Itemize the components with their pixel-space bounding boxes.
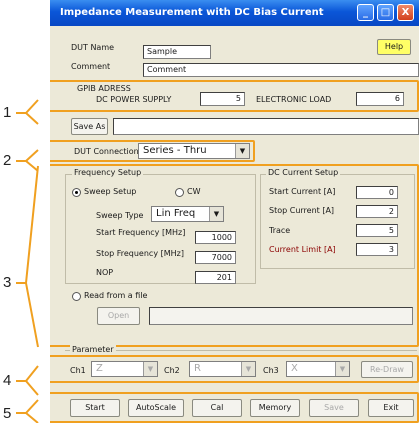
memory-button[interactable]: Memory xyxy=(250,399,300,417)
frequency-setup-title: Frequency Setup xyxy=(72,168,144,177)
current-limit-label: Current Limit [A] xyxy=(269,245,336,254)
start-current-input[interactable]: 0 xyxy=(356,186,398,199)
dut-connection-highlight xyxy=(50,140,255,162)
read-from-file-radio[interactable] xyxy=(72,292,81,301)
callout-1: 1 xyxy=(3,104,12,121)
comment-input[interactable]: Comment xyxy=(143,63,419,77)
ch3-select[interactable]: X ▼ xyxy=(286,361,350,377)
callout-2: 2 xyxy=(3,152,12,169)
stop-current-label: Stop Current [A] xyxy=(269,206,335,215)
callout-5: 5 xyxy=(3,405,12,422)
autoscale-button[interactable]: AutoScale xyxy=(128,399,184,417)
save-as-button[interactable]: Save As xyxy=(71,118,108,135)
start-frequency-input[interactable]: 1000 xyxy=(195,231,236,244)
ch3-label: Ch3 xyxy=(263,366,279,375)
close-button[interactable]: X xyxy=(397,4,414,21)
start-frequency-label: Start Frequency [MHz] xyxy=(96,228,186,237)
sweep-type-value: Lin Freq xyxy=(156,208,196,219)
open-file-button[interactable]: Open xyxy=(97,307,140,325)
chevron-down-icon: ▼ xyxy=(209,207,223,221)
ch2-select[interactable]: R ▼ xyxy=(189,361,256,377)
nop-input[interactable]: 201 xyxy=(195,271,236,284)
ch1-label: Ch1 xyxy=(70,366,86,375)
file-path-field[interactable] xyxy=(149,307,413,325)
callout-3: 3 xyxy=(3,274,12,291)
current-limit-input[interactable]: 3 xyxy=(356,243,398,256)
sweep-type-label: Sweep Type xyxy=(96,211,144,220)
window-title: Impedance Measurement with DC Bias Curre… xyxy=(60,7,324,18)
trace-label: Trace xyxy=(269,226,291,235)
comment-label: Comment xyxy=(71,62,111,71)
help-button[interactable]: Help xyxy=(377,39,411,55)
ch1-value: Z xyxy=(96,363,103,374)
sweep-setup-label: Sweep Setup xyxy=(84,187,137,196)
stop-frequency-input[interactable]: 7000 xyxy=(195,251,236,264)
sweep-setup-radio[interactable] xyxy=(72,188,81,197)
save-button[interactable]: Save xyxy=(309,399,359,417)
ch2-value: R xyxy=(194,363,201,374)
dut-name-input[interactable]: Sample xyxy=(143,45,211,59)
save-path-field[interactable] xyxy=(113,118,419,135)
title-bar[interactable]: Impedance Measurement with DC Bias Curre… xyxy=(50,0,419,26)
read-from-file-label: Read from a file xyxy=(84,291,148,300)
cw-radio[interactable] xyxy=(175,188,184,197)
parameter-divider xyxy=(65,350,417,351)
stop-frequency-label: Stop Frequency [MHz] xyxy=(96,249,184,258)
minimize-button[interactable]: _ xyxy=(357,4,374,21)
sweep-type-select[interactable]: Lin Freq ▼ xyxy=(151,206,224,222)
trace-input[interactable]: 5 xyxy=(356,224,398,237)
ch1-select[interactable]: Z ▼ xyxy=(91,361,158,377)
ch3-value: X xyxy=(291,363,298,374)
gpib-highlight xyxy=(50,80,419,112)
cw-label: CW xyxy=(187,187,201,196)
dc-current-title: DC Current Setup xyxy=(266,168,341,177)
redraw-button[interactable]: Re-Draw xyxy=(361,361,413,378)
chevron-down-icon: ▼ xyxy=(143,362,157,376)
ch2-label: Ch2 xyxy=(164,366,180,375)
exit-button[interactable]: Exit xyxy=(368,399,414,417)
chevron-down-icon: ▼ xyxy=(241,362,255,376)
app-window: Impedance Measurement with DC Bias Curre… xyxy=(50,0,419,423)
cal-button[interactable]: Cal xyxy=(192,399,242,417)
maximize-button[interactable]: □ xyxy=(377,4,394,21)
dut-name-label: DUT Name xyxy=(71,43,115,52)
parameter-title: Parameter xyxy=(70,345,116,354)
chevron-down-icon: ▼ xyxy=(335,362,349,376)
stop-current-input[interactable]: 2 xyxy=(356,205,398,218)
start-current-label: Start Current [A] xyxy=(269,187,336,196)
start-button[interactable]: Start xyxy=(70,399,120,417)
callout-4: 4 xyxy=(3,372,12,389)
nop-label: NOP xyxy=(96,268,114,277)
